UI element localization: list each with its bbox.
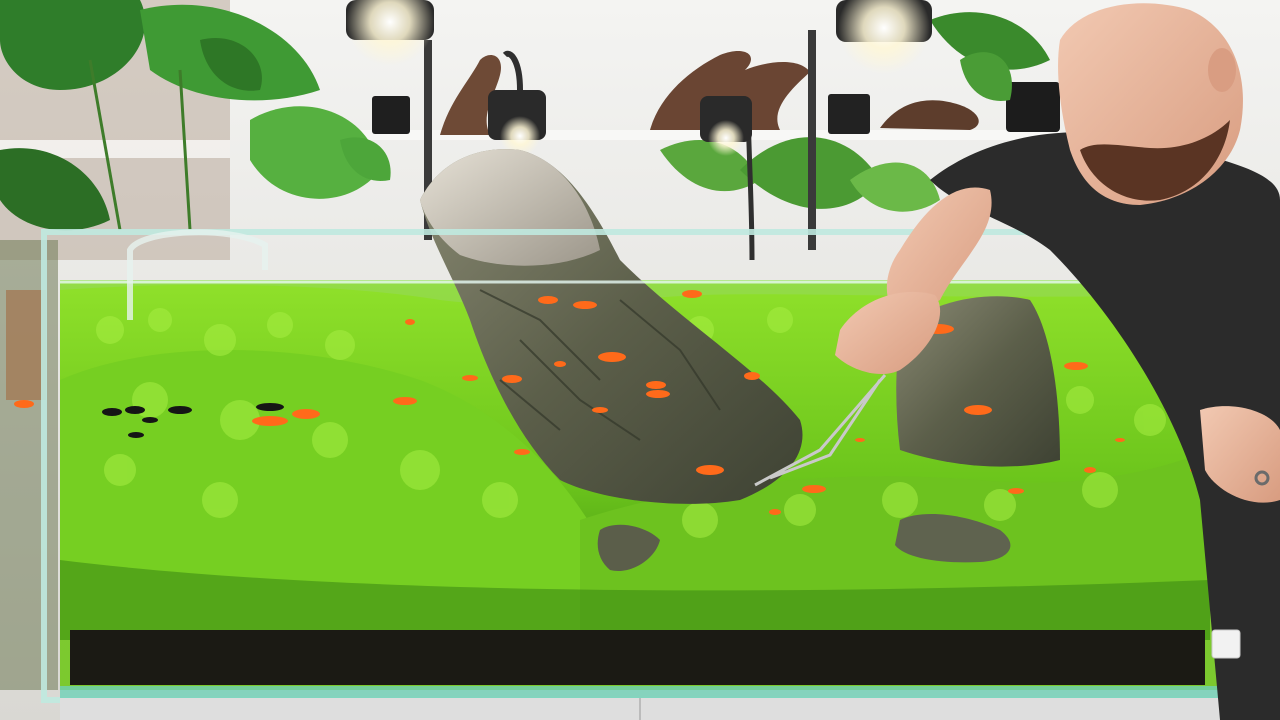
side-tank-wood	[6, 290, 46, 400]
fish	[514, 449, 530, 455]
fish	[554, 361, 566, 367]
fish	[744, 372, 760, 380]
fish	[252, 416, 288, 426]
dark-fish	[125, 406, 145, 414]
aquarium-photo	[0, 0, 1280, 720]
fish	[855, 438, 865, 442]
fish	[769, 509, 781, 515]
fish	[1115, 438, 1125, 442]
fish	[538, 296, 558, 304]
fish	[598, 352, 626, 362]
fish	[14, 400, 34, 408]
tank-base-glass	[60, 686, 1220, 698]
pot-right	[1006, 82, 1060, 132]
fish	[1008, 488, 1024, 494]
fish	[502, 375, 522, 383]
dark-fish	[142, 417, 158, 423]
fish	[646, 381, 666, 389]
fish	[462, 375, 478, 381]
fish	[592, 407, 608, 413]
pot-middle	[828, 94, 870, 134]
back-shelf	[300, 130, 1060, 140]
person-ear	[1208, 48, 1236, 92]
dark-fish	[128, 432, 144, 438]
pot-left	[372, 96, 410, 134]
fish	[682, 290, 702, 298]
dark-fish	[168, 406, 192, 414]
fish	[802, 485, 826, 493]
fish	[573, 301, 597, 309]
fish	[1084, 467, 1096, 473]
fish	[1064, 362, 1088, 370]
dark-fish	[102, 408, 122, 416]
fish	[393, 397, 417, 405]
fish	[696, 465, 724, 475]
fish	[964, 405, 992, 415]
fish	[292, 409, 320, 419]
dark-fish	[256, 403, 284, 411]
substrate	[70, 630, 1205, 685]
wall-socket	[1211, 629, 1241, 659]
fish	[405, 319, 415, 325]
lamp-light-small	[708, 120, 744, 156]
lamp-stand-right	[808, 30, 816, 250]
fish	[646, 390, 670, 398]
